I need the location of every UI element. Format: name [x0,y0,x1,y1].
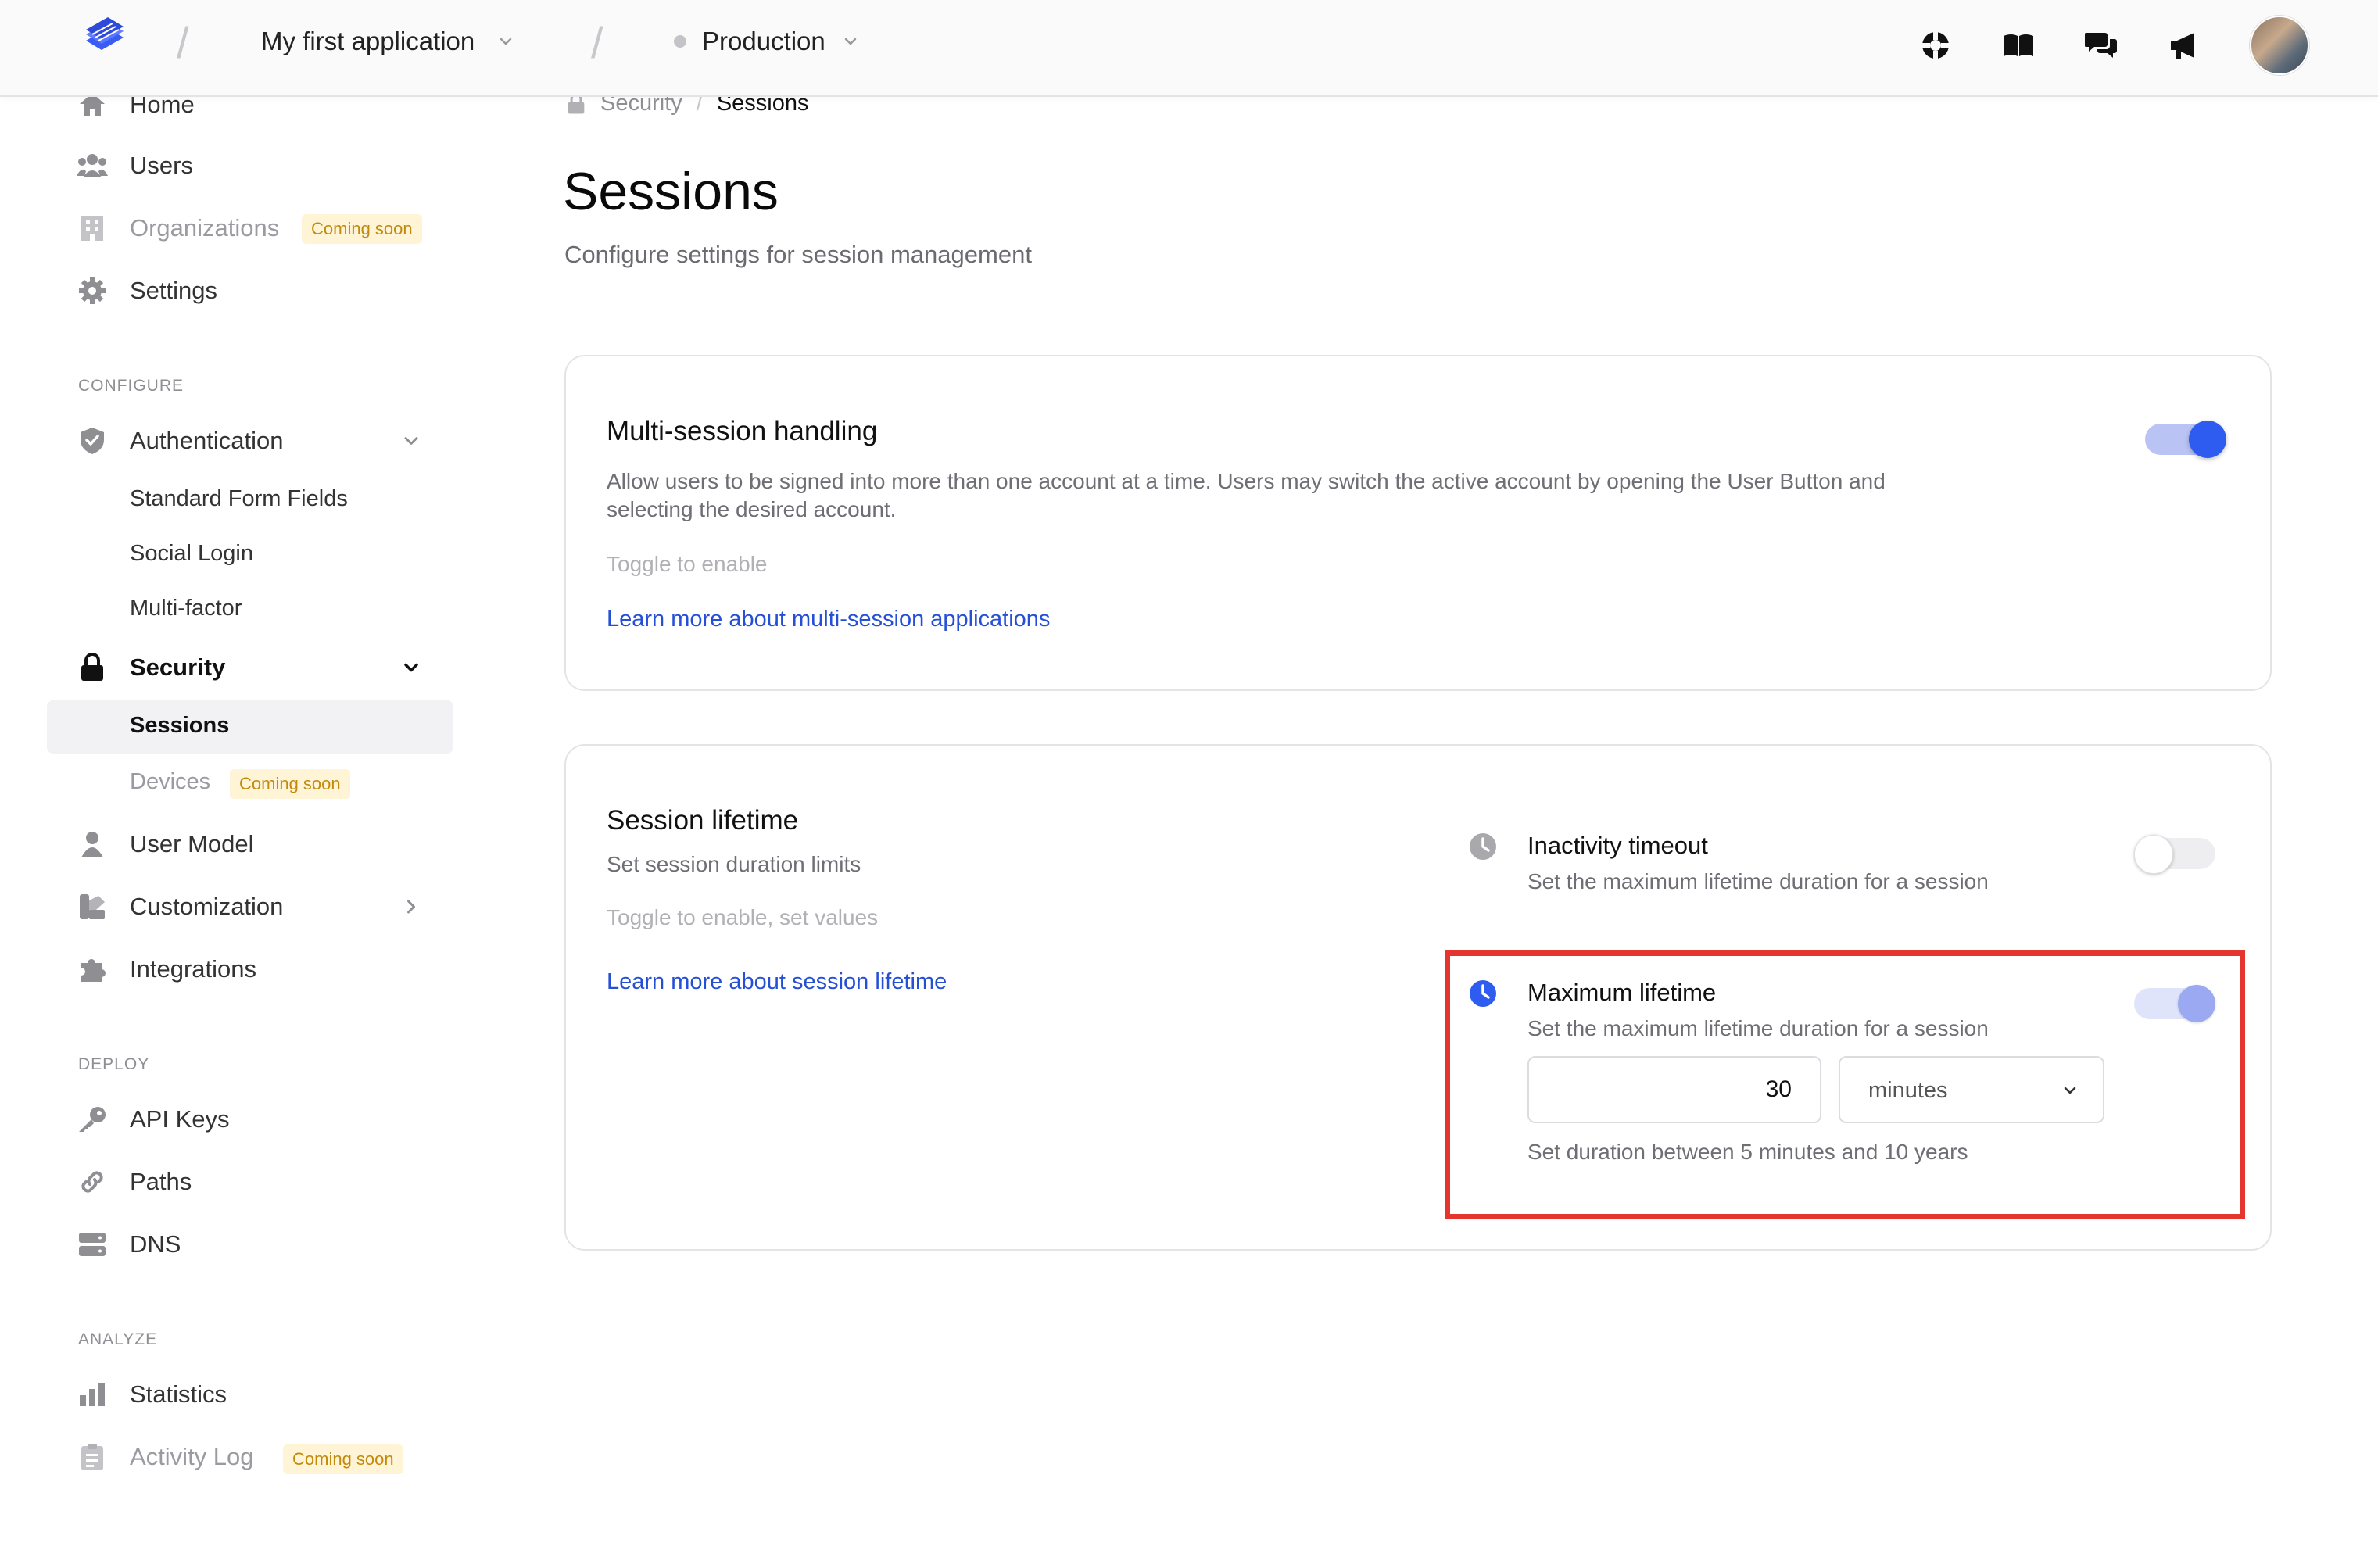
environment-selector[interactable]: Production [674,27,860,56]
environment-name: Production [702,27,825,55]
sidebar: Home Users Organizations Coming soon Set… [0,91,469,1568]
multi-session-title: Multi-session handling [607,416,878,446]
highlight-box [1445,950,2245,1219]
clipboard-icon [77,1441,108,1473]
sidebar-item-dns[interactable]: DNS [47,1218,453,1271]
multi-session-description-line-2: selecting the desired account. [607,497,897,521]
sidebar-label-paths: Paths [130,1168,192,1195]
coming-soon-badge: Coming soon [230,769,350,799]
person-icon [77,829,108,860]
multi-session-description-line-1: Allow users to be signed into more than … [607,469,1886,493]
sidebar-item-organizations[interactable]: Organizations Coming soon [47,202,453,255]
puzzle-icon [77,954,108,985]
sidebar-label-settings: Settings [130,277,218,304]
chevron-right-icon [407,900,415,914]
sidebar-label-activity-log: Activity Log [130,1443,254,1470]
section-heading-analyze: ANALYZE [78,1330,158,1348]
sidebar-item-standard-form-fields[interactable]: Standard Form Fields [47,474,453,527]
sidebar-item-paths[interactable]: Paths [47,1155,453,1208]
sidebar-label-multi-factor: Multi-factor [130,596,242,621]
sidebar-label-integrations: Integrations [130,955,256,983]
toggle-knob [2189,421,2226,458]
sidebar-label-authentication: Authentication [130,427,284,454]
building-icon [77,213,108,244]
users-icon [77,150,108,181]
environment-status-dot [674,35,686,48]
sidebar-label-api-keys: API Keys [130,1105,230,1133]
inactivity-timeout-toggle[interactable] [2134,835,2215,874]
sidebar-item-users[interactable]: Users [47,139,453,192]
session-lifetime-hint: Toggle to enable, set values [607,905,879,929]
sidebar-item-statistics[interactable]: Statistics [47,1368,453,1421]
app-logo-icon[interactable] [78,17,131,61]
inactivity-timeout-description: Set the maximum lifetime duration for a … [1527,869,1989,893]
palette-icon [77,891,108,922]
multi-session-learn-more-link[interactable]: Learn more about multi-session applicati… [607,607,1050,632]
link-icon [77,1166,108,1197]
chevron-down-icon [404,663,418,672]
server-icon [77,1229,108,1260]
application-name: My first application [261,27,475,55]
inactivity-timeout-title: Inactivity timeout [1527,832,1708,859]
sidebar-item-customization[interactable]: Customization [47,880,453,933]
lock-icon [77,652,108,683]
sidebar-item-api-keys[interactable]: API Keys [47,1093,453,1146]
bar-chart-icon [77,1379,108,1410]
session-lifetime-title: Session lifetime [607,805,799,836]
sidebar-label-customization: Customization [130,893,284,920]
multi-session-hint: Toggle to enable [607,552,768,576]
user-avatar[interactable] [2250,16,2309,75]
chevron-down-icon [844,38,857,45]
clock-icon [1470,833,1496,860]
sidebar-item-authentication[interactable]: Authentication [47,414,453,467]
multi-session-card: Multi-session handling Allow users to be… [564,355,2272,691]
sidebar-item-user-model[interactable]: User Model [47,818,453,871]
sidebar-label-sessions: Sessions [130,713,230,738]
session-lifetime-learn-more-link[interactable]: Learn more about session lifetime [607,969,947,995]
sidebar-label-organizations: Organizations [130,214,280,242]
session-lifetime-subtitle: Set session duration limits [607,852,861,876]
sidebar-item-integrations[interactable]: Integrations [47,943,453,996]
key-icon [77,1104,108,1135]
docs-book-icon[interactable] [1995,22,2042,69]
sidebar-label-user-model: User Model [130,830,254,857]
gear-icon [77,275,108,306]
breadcrumb-slash: / [177,18,189,67]
sidebar-item-multi-factor[interactable]: Multi-factor [47,583,453,636]
application-selector[interactable]: My first application [261,27,515,56]
page-title: Sessions [563,162,779,221]
breadcrumb-slash: / [591,18,603,67]
sidebar-label-users: Users [130,152,193,179]
sidebar-label-devices: Devices [130,769,211,794]
coming-soon-badge: Coming soon [302,214,422,244]
sidebar-item-devices[interactable]: Devices Coming soon [47,757,453,810]
section-heading-configure: CONFIGURE [78,377,184,395]
sidebar-label-statistics: Statistics [130,1380,227,1408]
toggle-knob [2134,835,2173,874]
coming-soon-badge: Coming soon [283,1444,403,1474]
sidebar-label-social-login: Social Login [130,541,253,566]
top-bar: / My first application / Production [0,0,2378,97]
chevron-down-icon [500,38,512,45]
chat-bubbles-icon[interactable] [2078,22,2125,69]
chevron-down-icon [404,437,418,445]
megaphone-icon[interactable] [2161,22,2208,69]
sidebar-item-social-login[interactable]: Social Login [47,528,453,582]
sidebar-item-activity-log[interactable]: Activity Log Coming soon [47,1430,453,1484]
shield-check-icon [77,425,108,456]
multi-session-toggle[interactable] [2145,421,2226,458]
support-icon[interactable] [1912,22,1959,69]
sidebar-item-sessions[interactable]: Sessions [47,700,453,754]
page-subtitle: Configure settings for session managemen… [564,241,1032,268]
sidebar-label-dns: DNS [130,1230,181,1258]
sidebar-label-standard-form-fields: Standard Form Fields [130,486,348,511]
sidebar-label-security: Security [130,653,226,681]
sidebar-item-settings[interactable]: Settings [47,264,453,317]
sidebar-item-security[interactable]: Security [47,641,453,694]
section-heading-deploy: DEPLOY [78,1055,150,1073]
